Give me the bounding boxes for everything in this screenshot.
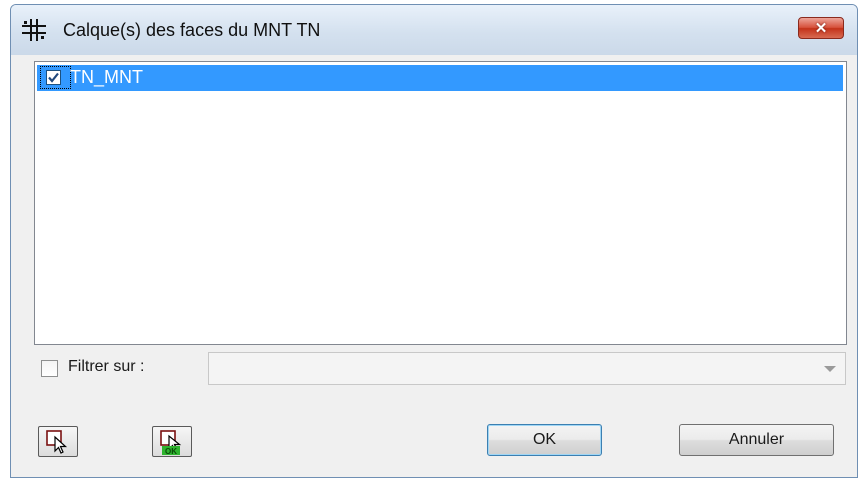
select-objects-button[interactable] — [38, 426, 78, 457]
layer-list[interactable]: TN_MNT — [34, 61, 847, 345]
close-icon: ✕ — [814, 20, 828, 37]
close-button[interactable]: ✕ — [798, 17, 844, 39]
filter-combobox[interactable] — [208, 352, 846, 385]
title-bar[interactable]: Calque(s) des faces du MNT TN ✕ — [11, 5, 857, 55]
select-objects-ok-button[interactable]: OK — [152, 426, 192, 457]
window-title: Calque(s) des faces du MNT TN — [63, 20, 321, 40]
grid-cross-icon — [22, 19, 46, 41]
chevron-down-icon[interactable] — [824, 366, 836, 372]
list-item[interactable]: TN_MNT — [37, 65, 843, 91]
cancel-button[interactable]: Annuler — [679, 424, 834, 456]
dialog-body: TN_MNT Filtrer sur : OK OK Annuler — [11, 55, 857, 477]
select-pointer-ok-icon: OK — [160, 430, 182, 456]
ok-badge-text: OK — [165, 447, 177, 456]
ok-button[interactable]: OK — [487, 424, 602, 456]
filter-label: Filtrer sur : — [68, 358, 145, 375]
list-item-label: TN_MNT — [70, 67, 143, 87]
select-pointer-icon — [46, 430, 68, 454]
dialog-window: Calque(s) des faces du MNT TN ✕ TN_MNT F… — [10, 4, 858, 478]
item-checkbox[interactable] — [46, 70, 61, 85]
checkmark-icon — [48, 72, 59, 83]
filter-checkbox[interactable] — [41, 360, 58, 377]
